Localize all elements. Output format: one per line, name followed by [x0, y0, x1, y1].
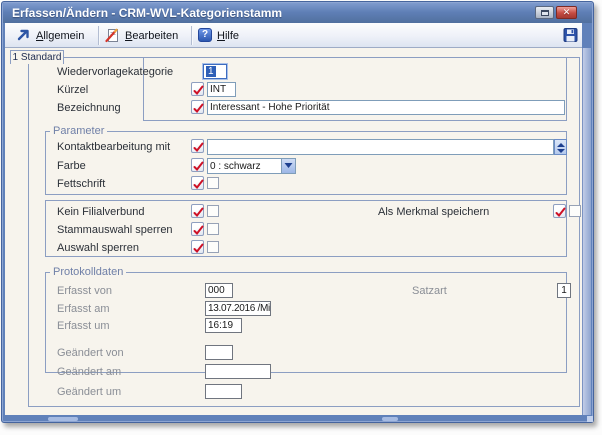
- erfasst-von-label: Erfasst von: [57, 285, 112, 297]
- field-check-icon[interactable]: [191, 158, 204, 172]
- kontaktbearbeitung-input[interactable]: [207, 139, 554, 155]
- geaendert-um-label: Geändert um: [57, 386, 121, 398]
- tab-standard[interactable]: 1 Standard: [10, 50, 64, 64]
- farbe-label: Farbe: [57, 160, 86, 172]
- field-check-icon[interactable]: [191, 204, 204, 218]
- screen: Erfassen/Ändern - CRM-WVL-Kategorienstam…: [0, 0, 602, 435]
- fettschrift-checkbox[interactable]: [207, 177, 219, 189]
- save-icon[interactable]: [562, 27, 579, 43]
- kontaktbearbeitung-label: Kontaktbearbeitung mit: [57, 141, 170, 153]
- kein-filialverbund-checkbox[interactable]: [207, 205, 219, 217]
- field-check-icon[interactable]: [191, 176, 204, 190]
- geaendert-um-input[interactable]: [205, 384, 242, 399]
- farbe-selected-value: 0 : schwarz: [210, 161, 261, 172]
- kuerzel-label: Kürzel: [57, 84, 88, 96]
- satzart-input[interactable]: 1: [557, 283, 571, 298]
- field-check-icon[interactable]: [191, 139, 204, 153]
- auswahl-sperren-label: Auswahl sperren: [57, 242, 139, 254]
- geaendert-am-input[interactable]: [205, 364, 271, 379]
- field-check-icon[interactable]: [553, 204, 566, 218]
- toolbar-item-hilfe-mnemonic: H: [217, 30, 225, 42]
- wiedervorlagekategorie-input[interactable]: 1: [203, 64, 227, 79]
- window-title: Erfassen/Ändern - CRM-WVL-Kategorienstam…: [12, 6, 282, 20]
- resize-corner-grip[interactable]: [587, 416, 593, 422]
- parameter-group-title: Parameter: [50, 125, 107, 137]
- toolbar-item-bearbeiten[interactable]: Bearbeiten: [125, 30, 178, 42]
- erfasst-am-label: Erfasst am: [57, 303, 110, 315]
- spinner-button[interactable]: [554, 139, 567, 155]
- resize-grip[interactable]: [48, 417, 78, 421]
- toolbar-divider: [98, 26, 99, 45]
- satzart-label: Satzart: [412, 285, 447, 297]
- selected-text: 1: [206, 66, 216, 77]
- wiedervorlagekategorie-label: Wiedervorlagekategorie: [57, 66, 173, 78]
- right-border-strip: [582, 48, 591, 415]
- farbe-select[interactable]: 0 : schwarz: [207, 158, 296, 174]
- als-merkmal-speichern-label: Als Merkmal speichern: [378, 206, 489, 218]
- resize-grip[interactable]: [382, 417, 398, 421]
- toolbar: [5, 23, 582, 48]
- geaendert-am-label: Geändert am: [57, 366, 121, 378]
- auswahl-sperren-checkbox[interactable]: [207, 241, 219, 253]
- als-merkmal-speichern-checkbox[interactable]: [569, 205, 581, 217]
- up-down-arrows-icon: [557, 143, 565, 153]
- fettschrift-label: Fettschrift: [57, 178, 105, 190]
- edit-note-icon: [105, 28, 120, 43]
- field-check-icon[interactable]: [191, 222, 204, 236]
- erfasst-von-input[interactable]: 000: [205, 283, 233, 298]
- kein-filialverbund-label: Kein Filialverbund: [57, 206, 144, 218]
- erfasst-um-input[interactable]: 16:19: [205, 318, 242, 333]
- dropdown-button[interactable]: [281, 159, 295, 173]
- toolbar-item-hilfe[interactable]: Hilfe: [217, 30, 239, 42]
- geaendert-von-input[interactable]: [205, 345, 233, 360]
- chevron-down-icon: [284, 162, 293, 169]
- erfasst-am-input[interactable]: 13.07.2016 /Mi: [205, 301, 271, 316]
- protokoll-group-title: Protokolldaten: [50, 266, 126, 278]
- bezeichnung-label: Bezeichnung: [57, 102, 121, 114]
- toolbar-divider: [191, 26, 192, 45]
- toolbar-item-allgemein-label: llgemein: [43, 30, 84, 42]
- geaendert-von-label: Geändert von: [57, 347, 124, 359]
- stammauswahl-sperren-label: Stammauswahl sperren: [57, 224, 173, 236]
- field-check-icon[interactable]: [191, 240, 204, 254]
- restore-icon: [541, 10, 549, 16]
- erfasst-um-label: Erfasst um: [57, 320, 110, 332]
- close-button[interactable]: ✕: [556, 6, 577, 19]
- help-icon: ?: [198, 28, 212, 42]
- stammauswahl-sperren-checkbox[interactable]: [207, 223, 219, 235]
- restore-button[interactable]: [535, 6, 554, 19]
- field-check-icon[interactable]: [191, 100, 204, 114]
- kuerzel-input[interactable]: INT: [207, 82, 236, 97]
- field-check-icon[interactable]: [191, 82, 204, 96]
- arrow-up-right-icon: [16, 28, 31, 42]
- bezeichnung-input[interactable]: Interessant - Hohe Priorität: [207, 100, 565, 115]
- toolbar-item-bearbeiten-label: earbeiten: [132, 30, 178, 42]
- toolbar-item-hilfe-label: ilfe: [225, 30, 239, 42]
- toolbar-item-allgemein[interactable]: Allgemein: [36, 30, 84, 42]
